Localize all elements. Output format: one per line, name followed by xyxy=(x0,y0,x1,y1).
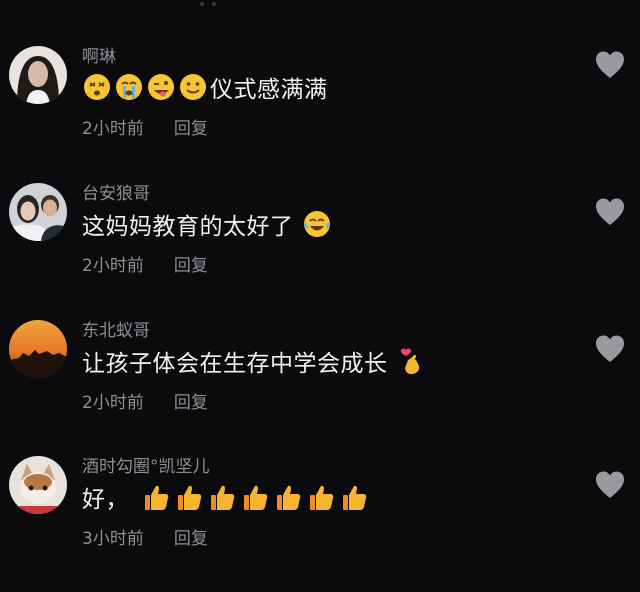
comment-item: 台安狼哥 这妈妈教育的太好了 2小时前 回复 xyxy=(0,183,640,319)
comment-body: 这妈妈教育的太好了 xyxy=(82,207,332,241)
thumbs-up-emoji xyxy=(274,482,304,512)
finger-heart-emoji xyxy=(396,346,426,376)
comment-meta: 2小时前 回复 xyxy=(82,388,208,413)
comment-time: 2小时前 xyxy=(82,393,144,413)
sobbing-face-emoji xyxy=(114,72,144,102)
winking-tongue-emoji xyxy=(146,72,176,102)
comment-item: 啊琳 仪式感满满 2小时前 回复 xyxy=(0,46,640,182)
thumbs-up-emoji xyxy=(142,482,172,512)
thumbs-up-emoji xyxy=(340,482,370,512)
comment-text: 让孩子体会在生存中学会成长 xyxy=(82,351,388,377)
comment-body: 让孩子体会在生存中学会成长 xyxy=(82,344,426,378)
comment-time: 3小时前 xyxy=(82,529,144,549)
comment-text: 这妈妈教育的太好了 xyxy=(82,214,294,240)
thumbs-up-emoji xyxy=(175,482,205,512)
reply-button[interactable]: 回复 xyxy=(174,256,208,276)
heart-icon[interactable] xyxy=(594,197,626,227)
comment-time: 2小时前 xyxy=(82,119,144,139)
avatar[interactable] xyxy=(9,456,67,514)
tears-of-joy-emoji xyxy=(302,209,332,239)
reply-button[interactable]: 回复 xyxy=(174,529,208,549)
comment-username[interactable]: 啊琳 xyxy=(82,42,116,67)
avatar[interactable] xyxy=(9,46,67,104)
comment-meta: 2小时前 回复 xyxy=(82,251,208,276)
comment-username[interactable]: 酒时勾圈°凯坚儿 xyxy=(82,452,210,477)
comment-body: 好， xyxy=(82,480,370,514)
comment-item: 酒时勾圈°凯坚儿 好， 3小时前 回复 xyxy=(0,456,640,592)
comment-meta: 3小时前 回复 xyxy=(82,524,208,549)
comment-text: 仪式感满满 xyxy=(210,77,328,103)
comment-username[interactable]: 台安狼哥 xyxy=(82,179,150,204)
thumbs-up-emoji xyxy=(307,482,337,512)
smiling-face-emoji xyxy=(178,72,208,102)
comment-body: 仪式感满满 xyxy=(82,70,328,104)
comment-item: 东北蚁哥 让孩子体会在生存中学会成长 2小时前 回复 xyxy=(0,320,640,456)
heart-icon[interactable] xyxy=(594,50,626,80)
heart-icon[interactable] xyxy=(594,334,626,364)
dizzy-face-emoji xyxy=(82,72,112,102)
reply-button[interactable]: 回复 xyxy=(174,119,208,139)
comment-username[interactable]: 东北蚁哥 xyxy=(82,316,150,341)
comment-time: 2小时前 xyxy=(82,256,144,276)
avatar[interactable] xyxy=(9,320,67,378)
thumbs-up-emoji xyxy=(241,482,271,512)
reply-button[interactable]: 回复 xyxy=(174,393,208,413)
heart-icon[interactable] xyxy=(594,470,626,500)
thumbs-up-emoji xyxy=(208,482,238,512)
comment-meta: 2小时前 回复 xyxy=(82,114,208,139)
top-drag-handle xyxy=(200,2,240,6)
avatar[interactable] xyxy=(9,183,67,241)
comment-text: 好， xyxy=(82,487,129,513)
